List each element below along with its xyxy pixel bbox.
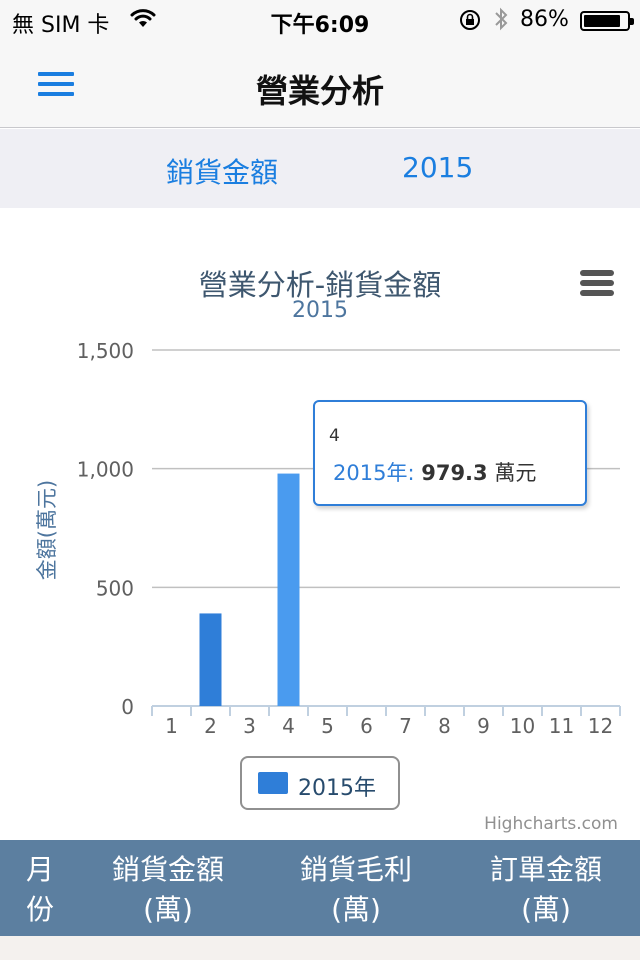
bluetooth-icon (492, 6, 510, 38)
column-header-sales[interactable]: 銷貨金額 (萬) (98, 850, 238, 930)
header-line: 銷貨毛利 (299, 853, 412, 886)
table-header: 月 份 銷貨金額 (萬) 銷貨毛利 (萬) 訂單金額 (萬) (0, 840, 640, 936)
chart-plot: 05001,0001,5001 2 3 4 5 6 7 8 9 10 11 12 (77, 339, 621, 738)
x-tick-label: 7 (399, 714, 412, 738)
legend-item[interactable]: 2015年 (240, 756, 400, 810)
header-line: (萬) (143, 893, 193, 926)
y-tick-label: 0 (121, 695, 134, 719)
metric-selector[interactable]: 銷貨金額 (166, 151, 278, 191)
x-tick-label: 11 (549, 714, 574, 738)
bar-month-4 (277, 473, 300, 706)
x-tick-label: 12 (588, 714, 613, 738)
chart-tooltip: 4 2015年: 979.3 萬元 (313, 400, 587, 506)
credits-link[interactable]: Highcharts.com (484, 814, 618, 834)
legend-label: 2015年 (298, 776, 376, 801)
tooltip-series: 2015年: (333, 461, 415, 485)
x-tick-label: 8 (438, 714, 451, 738)
y-tick-label: 1,000 (77, 458, 134, 482)
year-selector[interactable]: 2015 (402, 151, 473, 184)
x-tick-label: 4 (282, 714, 295, 738)
column-header-month[interactable]: 月 份 (10, 850, 70, 930)
x-tick-label: 3 (243, 714, 256, 738)
x-tick-label: 10 (510, 714, 535, 738)
header-line: (萬) (331, 893, 381, 926)
header-line: 訂單金額 (489, 853, 602, 886)
tooltip-unit: 萬元 (494, 461, 537, 485)
x-tick-label: 5 (321, 714, 334, 738)
sales-chart: 營業分析-銷貨金額 2015 金額(萬元) 0 500 1,000 1,500 1 2 3 4… (0, 208, 640, 840)
x-tick-label: 2 (204, 714, 217, 738)
navigation-bar: 營業分析 (0, 40, 640, 128)
rotation-lock-icon (458, 8, 482, 38)
y-tick-label: 1,500 (77, 339, 134, 363)
tooltip-body: 2015年: 979.3 萬元 (333, 457, 536, 487)
y-tick-label: 500 (96, 576, 134, 600)
x-tick-label: 9 (477, 714, 490, 738)
header-line: 月 (25, 853, 54, 886)
header-line: (萬) (521, 893, 571, 926)
bar-month-2 (199, 613, 222, 706)
header-line: 份 (25, 893, 54, 926)
battery-percent: 86% (520, 7, 569, 32)
battery-icon (580, 11, 634, 31)
page-title: 營業分析 (255, 72, 384, 110)
header-line: 銷貨金額 (111, 853, 224, 886)
filter-bar: 銷貨金額 2015 (0, 129, 640, 208)
tooltip-value: 979.3 (421, 461, 488, 485)
tooltip-header: 4 (329, 426, 340, 446)
column-header-order[interactable]: 訂單金額 (萬) (476, 850, 616, 930)
table-body-edge (0, 936, 640, 960)
x-tick-label: 1 (165, 714, 178, 738)
x-tick-label: 6 (360, 714, 373, 738)
status-bar: 無 SIM 卡 下午6:09 86% (0, 0, 640, 40)
legend-swatch (258, 772, 288, 794)
column-header-profit[interactable]: 銷貨毛利 (萬) (286, 850, 426, 930)
